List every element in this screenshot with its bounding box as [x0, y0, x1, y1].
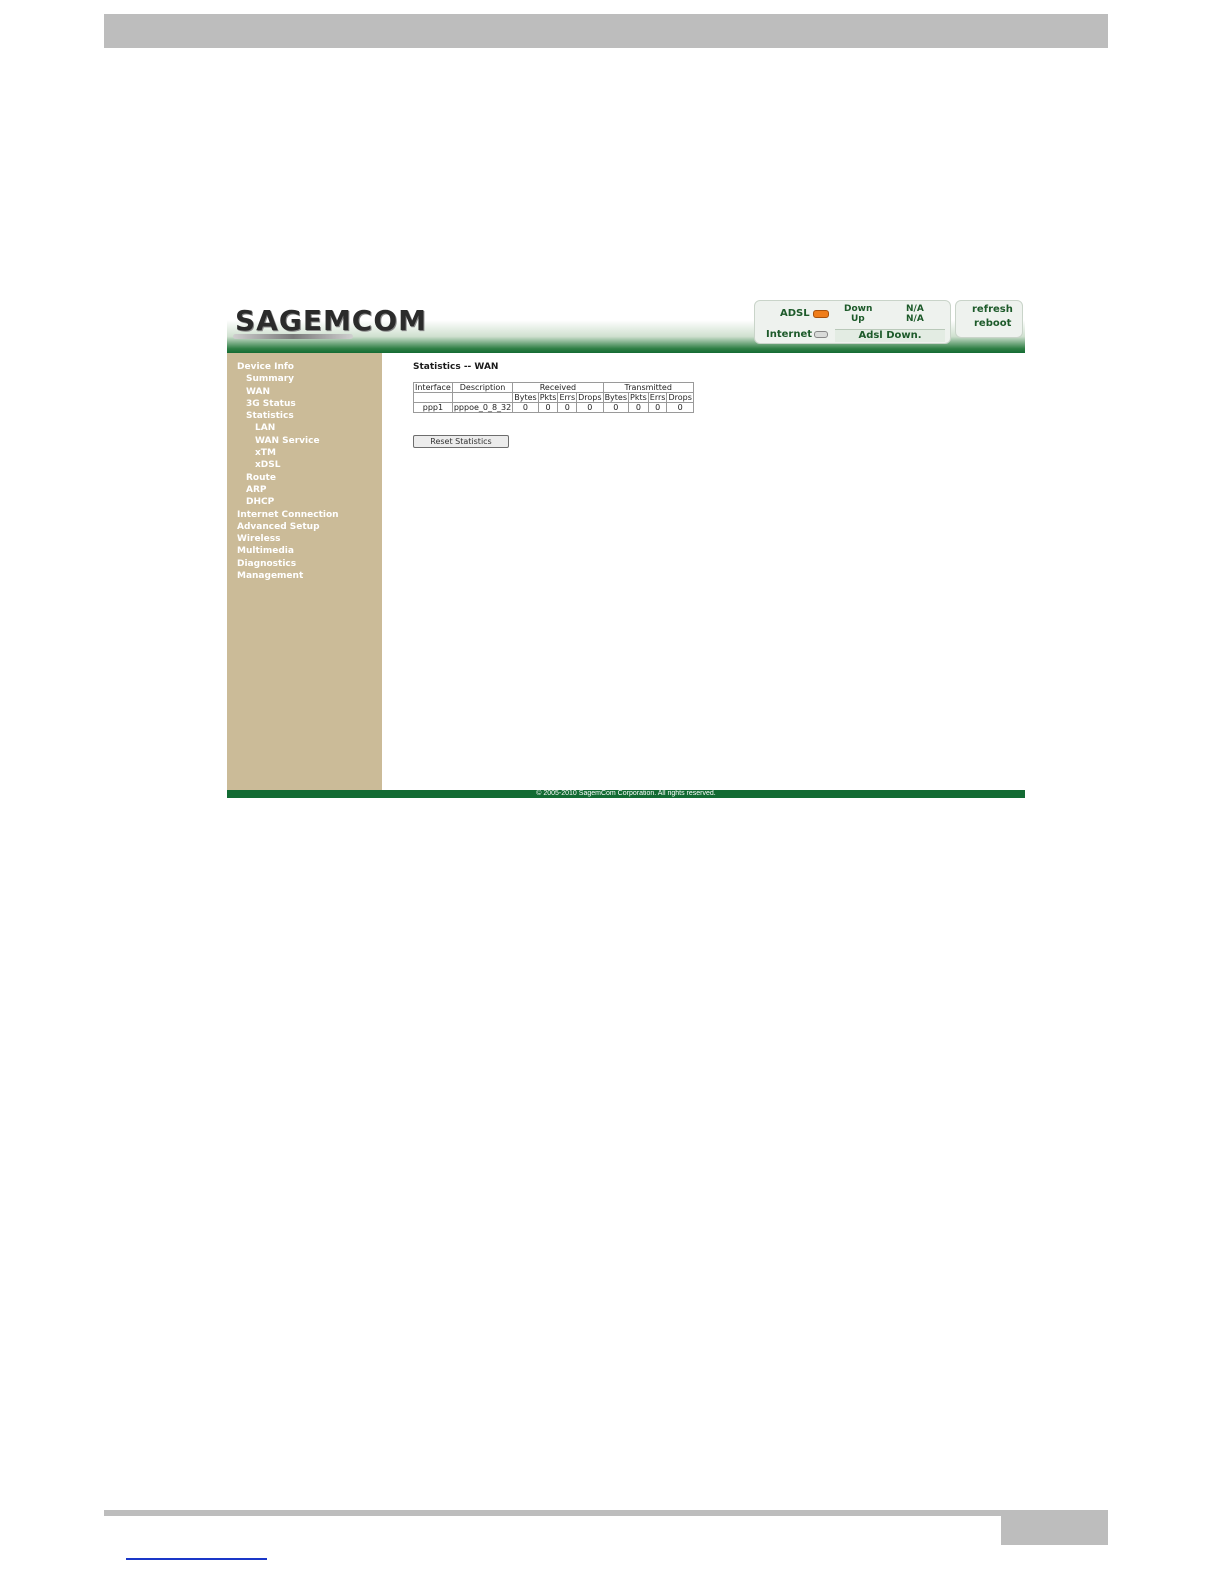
header-banner: SAGEMCOM ADSL Internet Down Up N/A N/A A…	[227, 298, 1025, 353]
subheader-tx-drops: Drops	[666, 392, 694, 403]
sidebar-item-multimedia[interactable]: Multimedia	[227, 545, 382, 557]
cell-description: pppoe_0_8_32	[451, 402, 514, 413]
reset-statistics-button[interactable]: Reset Statistics	[413, 435, 509, 448]
subheader-tx-bytes: Bytes	[602, 392, 630, 403]
adsl-led-icon	[813, 310, 829, 318]
connection-status-panel: ADSL Internet Down Up N/A N/A Adsl Down.	[754, 300, 951, 344]
adsl-state-text: Adsl Down.	[835, 329, 945, 342]
sidebar-item-statistics[interactable]: Statistics	[227, 410, 382, 422]
sidebar-menu: Device Info Summary WAN 3G Status Statistics…	[227, 353, 382, 582]
refresh-link[interactable]: refresh	[972, 304, 1013, 315]
cell-rx-pkts: 0	[537, 402, 559, 413]
sidebar-item-internet-connection[interactable]: Internet Connection	[227, 509, 382, 521]
cell-tx-bytes: 0	[602, 402, 630, 413]
actions-panel: refresh reboot	[955, 300, 1023, 338]
adsl-label: ADSL	[780, 308, 810, 319]
sidebar-item-advanced-setup[interactable]: Advanced Setup	[227, 521, 382, 533]
cell-rx-bytes: 0	[512, 402, 539, 413]
header-transmitted: Transmitted	[602, 382, 694, 393]
sidebar-item-diagnostics[interactable]: Diagnostics	[227, 558, 382, 570]
internet-label: Internet	[766, 329, 813, 340]
table-row: ppp1 pppoe_0_8_32 0 0 0 0 0 0 0 0	[413, 402, 694, 413]
cell-rx-errs: 0	[557, 402, 578, 413]
subheader-rx-bytes: Bytes	[512, 392, 539, 403]
sidebar-item-dhcp[interactable]: DHCP	[227, 496, 382, 508]
sidebar-item-xdsl[interactable]: xDSL	[227, 459, 382, 471]
internet-led-icon	[814, 331, 828, 338]
cell-tx-drops: 0	[666, 402, 694, 413]
sidebar-item-arp[interactable]: ARP	[227, 484, 382, 496]
upstream-label: Up	[851, 314, 865, 324]
sidebar-item-lan[interactable]: LAN	[227, 422, 382, 434]
page-title: Statistics -- WAN	[413, 362, 499, 372]
document-header-bar	[104, 14, 1108, 48]
sidebar-item-xtm[interactable]: xTM	[227, 447, 382, 459]
subheader-empty	[413, 392, 453, 403]
subheader-rx-pkts: Pkts	[537, 392, 559, 403]
document-footer-line	[104, 1510, 1108, 1516]
document-footer-link-underline	[126, 1558, 267, 1560]
table-subheader-row: Bytes Pkts Errs Drops Bytes Pkts Errs Dr…	[413, 392, 694, 403]
sidebar-item-summary[interactable]: Summary	[227, 373, 382, 385]
subheader-tx-pkts: Pkts	[628, 392, 649, 403]
wan-statistics-table: Interface Description Received Transmitt…	[413, 382, 694, 413]
reboot-link[interactable]: reboot	[974, 318, 1011, 329]
subheader-empty	[451, 392, 514, 403]
logo-swoosh	[233, 334, 353, 339]
upstream-rate: N/A	[906, 314, 924, 324]
subheader-tx-errs: Errs	[647, 392, 668, 403]
cell-interface: ppp1	[413, 402, 453, 413]
router-ui-screenshot: SAGEMCOM ADSL Internet Down Up N/A N/A A…	[227, 298, 1025, 798]
subheader-rx-errs: Errs	[557, 392, 578, 403]
header-interface: Interface	[413, 382, 453, 393]
cell-tx-pkts: 0	[628, 402, 649, 413]
header-description: Description	[451, 382, 514, 393]
main-content: Statistics -- WAN Interface Description …	[382, 353, 1025, 790]
sidebar-item-device-info[interactable]: Device Info	[227, 361, 382, 373]
document-page-number-box	[1001, 1510, 1108, 1545]
sidebar-item-route[interactable]: Route	[227, 472, 382, 484]
sagemcom-logo: SAGEMCOM	[235, 304, 428, 337]
sidebar-item-wan-service[interactable]: WAN Service	[227, 435, 382, 447]
sidebar-item-management[interactable]: Management	[227, 570, 382, 582]
cell-rx-drops: 0	[576, 402, 604, 413]
downstream-label: Down	[844, 304, 873, 314]
sidebar-item-wan[interactable]: WAN	[227, 386, 382, 398]
subheader-rx-drops: Drops	[576, 392, 604, 403]
copyright-footer: © 2005-2010 SagemCom Corporation. All ri…	[227, 790, 1025, 798]
sidebar-nav: Device Info Summary WAN 3G Status Statistics…	[227, 353, 382, 790]
sidebar-item-wireless[interactable]: Wireless	[227, 533, 382, 545]
header-received: Received	[512, 382, 604, 393]
cell-tx-errs: 0	[647, 402, 668, 413]
table-header-row: Interface Description Received Transmitt…	[413, 382, 694, 393]
sidebar-item-3g-status[interactable]: 3G Status	[227, 398, 382, 410]
downstream-rate: N/A	[906, 304, 924, 314]
